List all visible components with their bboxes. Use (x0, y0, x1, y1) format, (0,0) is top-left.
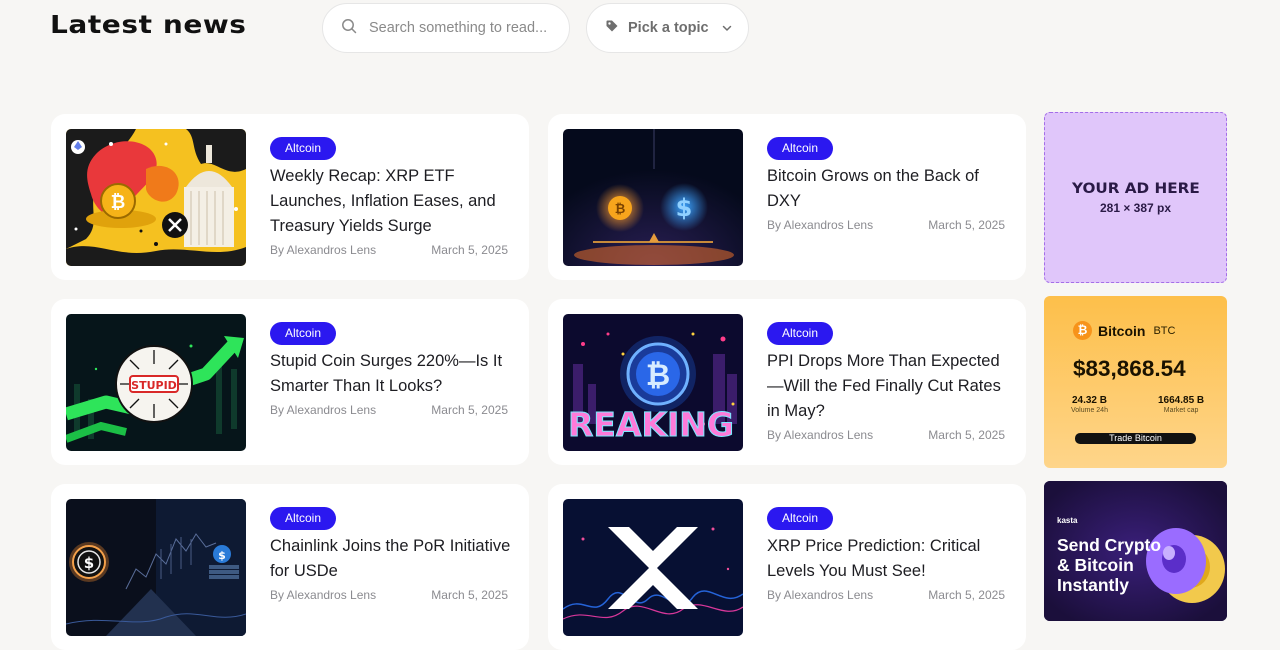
svg-text:$: $ (676, 194, 693, 222)
article-date: March 5, 2025 (928, 588, 1005, 602)
coin-price: $83,868.54 (1073, 356, 1186, 381)
article-meta: By Alexandros Lens March 5, 2025 (767, 428, 1005, 442)
article-title[interactable]: Chainlink Joins the PoR Initiative for U… (270, 534, 515, 584)
article-card[interactable]: Altcoin XRP Price Prediction: Critical L… (548, 484, 1026, 650)
article-thumbnail[interactable]: ₿ $ (563, 129, 743, 266)
bitcoin-price-widget: ₿ Bitcoin BTC $83,868.54 24.32 B Volume … (1044, 296, 1227, 468)
article-author: By Alexandros Lens (767, 588, 874, 602)
article-date: March 5, 2025 (431, 243, 508, 257)
ad-size: 281 × 387 px (1099, 200, 1172, 215)
market-cap-value: 1664.85 B (1158, 395, 1205, 406)
article-meta: By Alexandros Lens March 5, 2025 (767, 218, 1005, 232)
article-meta: By Alexandros Lens March 5, 2025 (270, 243, 508, 257)
article-title[interactable]: Weekly Recap: XRP ETF Launches, Inflatio… (270, 164, 515, 239)
ad-placeholder[interactable]: YOUR AD HERE 281 × 387 px (1044, 112, 1227, 283)
article-title[interactable]: PPI Drops More Than Expected—Will the Fe… (767, 349, 1012, 424)
article-date: March 5, 2025 (431, 403, 508, 417)
article-author: By Alexandros Lens (270, 588, 377, 602)
svg-text:₿: ₿ (111, 192, 126, 213)
search-icon (341, 18, 357, 39)
article-title[interactable]: Bitcoin Grows on the Back of DXY (767, 164, 1012, 214)
search-input[interactable] (367, 19, 569, 37)
article-author: By Alexandros Lens (767, 218, 874, 232)
article-thumbnail[interactable]: ₿ REAKING (563, 314, 743, 451)
topic-dropdown-label: Pick a topic (628, 20, 709, 36)
coin-name: Bitcoin (1098, 322, 1146, 339)
article-date: March 5, 2025 (928, 218, 1005, 232)
article-card[interactable]: ₿ REAKING Altcoin PPI Drops More Than Ex… (548, 299, 1026, 465)
svg-text:₿: ₿ (646, 358, 670, 393)
article-thumbnail[interactable] (563, 499, 743, 636)
trade-bitcoin-button[interactable]: Trade Bitcoin (1075, 433, 1196, 444)
article-author: By Alexandros Lens (270, 243, 377, 257)
category-tag[interactable]: Altcoin (270, 137, 337, 160)
chevron-down-icon (722, 20, 732, 36)
article-meta: By Alexandros Lens March 5, 2025 (270, 403, 508, 417)
article-thumbnail[interactable]: STUPID (66, 314, 246, 451)
article-meta: By Alexandros Lens March 5, 2025 (270, 588, 508, 602)
search-box[interactable] (322, 3, 570, 53)
article-title[interactable]: Stupid Coin Surges 220%—Is It Smarter Th… (270, 349, 515, 399)
volume-stat: 24.32 B Volume 24h (1071, 395, 1108, 414)
article-card[interactable]: STUPID Altcoin Stupid Coin Surges 220%—I… (51, 299, 529, 465)
tag-icon (605, 19, 619, 37)
kasta-ad-text: Send Crypto & Bitcoin Instantly (1057, 535, 1162, 595)
category-tag[interactable]: Altcoin (270, 507, 337, 530)
article-card[interactable]: $ $ Altcoin Chainlink Joins the PoR Init… (51, 484, 529, 650)
article-date: March 5, 2025 (431, 588, 508, 602)
market-cap-stat: 1664.85 B Market cap (1158, 395, 1204, 414)
category-tag[interactable]: Altcoin (767, 137, 834, 160)
svg-text:STUPID: STUPID (131, 379, 177, 392)
category-tag[interactable]: Altcoin (270, 322, 337, 345)
kasta-ad-banner[interactable]: kasta Send Crypto & Bitcoin Instantly (1044, 481, 1227, 621)
market-cap-label: Market cap (1163, 407, 1199, 414)
article-thumbnail[interactable]: ₿ (66, 129, 246, 266)
volume-label: Volume 24h (1071, 407, 1108, 414)
bitcoin-icon: ₿ (1073, 321, 1092, 340)
article-author: By Alexandros Lens (270, 403, 377, 417)
article-meta: By Alexandros Lens March 5, 2025 (767, 588, 1005, 602)
ad-title: YOUR AD HERE (1071, 180, 1200, 197)
article-author: By Alexandros Lens (767, 428, 874, 442)
svg-text:₿: ₿ (615, 202, 626, 217)
kasta-logo: kasta (1057, 516, 1078, 525)
article-date: March 5, 2025 (928, 428, 1005, 442)
article-card[interactable]: ₿ $ Altcoin Bitcoin Grows on the Back of… (548, 114, 1026, 280)
svg-text:$: $ (84, 554, 94, 572)
volume-value: 24.32 B (1071, 395, 1107, 406)
category-tag[interactable]: Altcoin (767, 507, 834, 530)
article-thumbnail[interactable]: $ $ (66, 499, 246, 636)
article-title[interactable]: XRP Price Prediction: Critical Levels Yo… (767, 534, 1012, 584)
article-card[interactable]: ₿ Altcoin Weekly Recap: XRP ETF Launches… (51, 114, 529, 280)
page-title: Latest news (50, 10, 247, 39)
svg-text:$: $ (218, 549, 226, 562)
category-tag[interactable]: Altcoin (767, 322, 834, 345)
coin-symbol: BTC (1153, 324, 1176, 337)
svg-text:REAKING: REAKING (568, 405, 734, 444)
topic-dropdown[interactable]: Pick a topic (586, 3, 749, 53)
